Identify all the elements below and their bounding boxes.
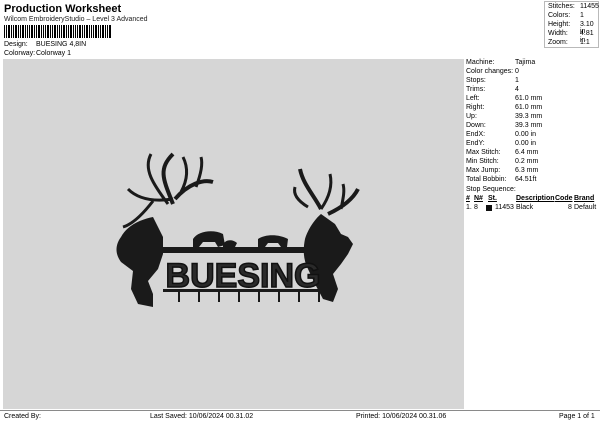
row-code: 8 xyxy=(568,204,572,211)
footer-page: Page 1 of 1 xyxy=(559,413,595,420)
color-swatch xyxy=(486,205,492,211)
page-title: Production Worksheet xyxy=(4,3,122,15)
design-name-text: BUESING xyxy=(166,257,321,295)
stop-sequence-title: Stop Sequence: xyxy=(466,186,516,193)
info-value: 6.4 mm xyxy=(515,149,539,156)
software-subtitle: Wilcom EmbroideryStudio – Level 3 Advanc… xyxy=(4,16,148,23)
info-value: 64.51ft xyxy=(515,176,537,183)
stop-sequence-table: # N# St. Description Code Brand 1. 8 114… xyxy=(466,195,598,213)
info-label: Up: xyxy=(466,113,477,120)
info-label: Left: xyxy=(466,95,480,102)
header-description: Description xyxy=(516,195,555,202)
info-label: Max Jump: xyxy=(466,167,501,174)
info-label: Machine: xyxy=(466,59,495,66)
stat-label: Height: xyxy=(548,21,571,28)
info-label: Right: xyxy=(466,104,485,111)
info-value: 6.3 mm xyxy=(515,167,539,174)
design-label: Design: xyxy=(4,41,28,48)
info-label: Color changes: xyxy=(466,68,514,75)
info-label: Total Bobbin: xyxy=(466,176,507,183)
info-label: Min Stitch: xyxy=(466,158,499,165)
info-label: EndX: xyxy=(466,131,486,138)
info-value: 0.2 mm xyxy=(515,158,539,165)
header-brand: Brand xyxy=(574,195,595,202)
design-preview: BUESING xyxy=(3,59,464,409)
colorway-value: Colorway 1 xyxy=(36,50,72,57)
stat-label: Width: xyxy=(548,30,568,37)
info-value: 61.0 mm xyxy=(515,95,543,102)
stat-value: 1 xyxy=(580,12,584,19)
stat-label: Zoom: xyxy=(548,39,568,46)
embroidery-design-image: BUESING xyxy=(116,152,360,307)
stats-box: Stitches: 11455 Colors: 1 Height: 3.10 i… xyxy=(544,1,599,48)
info-value: 1 xyxy=(515,77,519,84)
info-value: 0.00 in xyxy=(515,131,537,138)
row-n: 8 xyxy=(474,204,478,211)
stat-label: Colors: xyxy=(548,12,571,19)
info-label: Stops: xyxy=(466,77,486,84)
info-value: 61.0 mm xyxy=(515,104,543,111)
footer-divider xyxy=(0,410,600,411)
stat-value: 11455 xyxy=(580,3,599,10)
info-value: Tajima xyxy=(515,59,536,66)
stat-label: Stitches: xyxy=(548,3,575,10)
info-label: Down: xyxy=(466,122,486,129)
info-value: 0 xyxy=(515,68,519,75)
info-label: EndY: xyxy=(466,140,485,147)
footer-printed: Printed: 10/06/2024 00.31.06 xyxy=(356,413,447,420)
colorway-label: Colorway: xyxy=(4,50,36,57)
row-description: Black xyxy=(516,204,534,211)
info-value: 39.3 mm xyxy=(515,122,543,129)
barcode-image xyxy=(4,25,111,38)
header-num: # xyxy=(466,195,470,202)
header-n: N# xyxy=(474,195,483,202)
info-label: Trims: xyxy=(466,86,486,93)
info-value: 0.00 in xyxy=(515,140,537,147)
footer-created-by: Created By: xyxy=(4,413,41,420)
info-label: Max Stitch: xyxy=(466,149,501,156)
design-value: BUESING 4,8IN xyxy=(36,41,87,48)
header-st: St. xyxy=(488,195,497,202)
footer-last-saved: Last Saved: 10/06/2024 00.31.02 xyxy=(150,413,254,420)
row-st: 11453 xyxy=(495,204,514,211)
info-value: 39.3 mm xyxy=(515,113,543,120)
row-brand: Default xyxy=(574,204,597,211)
stat-value: 1:1 xyxy=(580,39,590,46)
stop-table-header: # N# St. Description Code Brand xyxy=(466,195,598,204)
header-code: Code xyxy=(555,195,573,202)
stop-table-row: 1. 8 11453 Black 8 Default xyxy=(466,204,598,213)
info-value: 4 xyxy=(515,86,519,93)
row-num: 1. xyxy=(466,204,472,211)
